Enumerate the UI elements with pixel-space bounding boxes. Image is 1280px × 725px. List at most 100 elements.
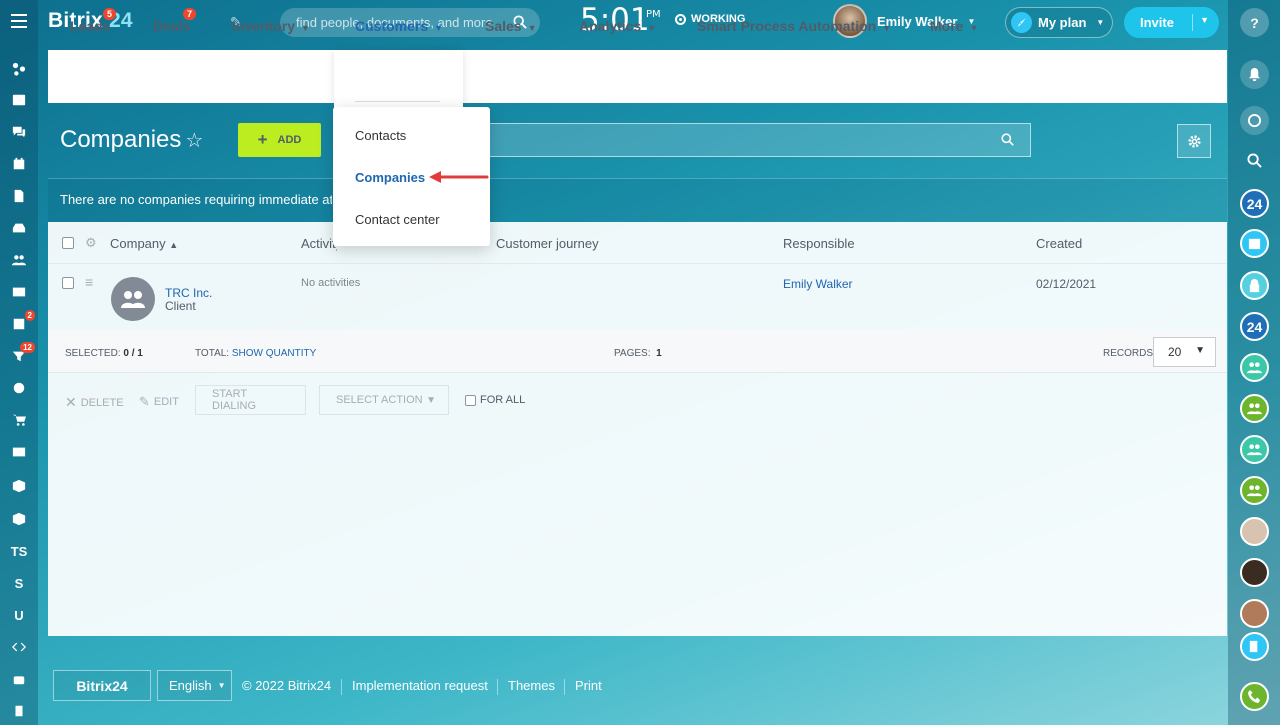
bell-icon[interactable] <box>1240 60 1269 89</box>
news-icon[interactable] <box>0 86 38 114</box>
group-chat-icon[interactable] <box>1240 476 1269 505</box>
crm-icon[interactable]: 12 <box>0 342 38 370</box>
drive-icon[interactable] <box>0 214 38 242</box>
company-name-link[interactable]: TRC Inc. <box>165 286 212 300</box>
bitrix24-support-icon[interactable]: 24 <box>1240 312 1269 341</box>
box-icon[interactable] <box>0 472 38 500</box>
select-action-dropdown[interactable]: SELECT ACTION ▼ <box>319 385 449 415</box>
lock-icon[interactable] <box>1240 271 1269 300</box>
open-lines-icon[interactable] <box>1240 632 1269 661</box>
company-type: Client <box>165 299 196 313</box>
record-icon <box>675 13 686 25</box>
documents-icon[interactable] <box>0 182 38 210</box>
tasks-icon[interactable]: 2 <box>0 310 38 338</box>
phone-icon[interactable] <box>1240 682 1269 711</box>
dropdown-item-contact-center[interactable]: Contact center <box>355 212 440 227</box>
responsible-link[interactable]: Emily Walker <box>783 277 853 291</box>
column-header-company[interactable]: Company ▲ <box>110 236 178 251</box>
group-chat-icon[interactable] <box>1240 394 1269 423</box>
selected-count: SELECTED: 0 / 1 <box>65 348 143 359</box>
column-header-activity[interactable]: Activity <box>301 236 337 251</box>
box-icon[interactable] <box>0 505 38 533</box>
column-header-responsible[interactable]: Responsible <box>783 236 855 251</box>
bitrix24-chat-icon[interactable]: 24 <box>1240 189 1269 218</box>
for-all-checkbox[interactable]: FOR ALL <box>465 394 525 406</box>
cart-icon[interactable] <box>0 406 38 434</box>
dropdown-item-contacts[interactable]: Contacts <box>355 128 406 143</box>
sidebar-item-ts[interactable]: TS <box>0 537 38 565</box>
attention-notice: There are no companies requiring immedia… <box>60 192 332 207</box>
calendar-user-icon[interactable] <box>1240 599 1269 628</box>
search-icon[interactable] <box>1001 133 1014 149</box>
menu-item-smart-process-automation[interactable]: Smart Process Automation ▼ <box>697 18 891 34</box>
menu-icon[interactable] <box>11 14 27 28</box>
start-dialing-button[interactable]: START DIALING <box>195 385 306 415</box>
menu-item-sales[interactable]: Sales ▼ <box>485 18 537 34</box>
my-plan-button[interactable]: My plan ▼ <box>1005 7 1113 38</box>
crm-top-menu <box>48 50 1227 103</box>
copyright: © 2022 Bitrix24 <box>242 678 332 693</box>
more-apps-icon[interactable] <box>0 697 38 725</box>
menu-item-customers[interactable]: Customers ▼ <box>355 18 443 34</box>
language-select[interactable]: English ▼ <box>157 670 232 701</box>
close-icon: ✕ <box>65 394 77 410</box>
help-icon[interactable]: ? <box>1240 8 1269 37</box>
company-avatar <box>111 277 155 321</box>
show-quantity-link[interactable]: SHOW QUANTITY <box>232 348 316 359</box>
drag-handle-icon[interactable]: ≡ <box>85 274 93 290</box>
search-icon[interactable] <box>1240 146 1269 175</box>
row-checkbox[interactable] <box>62 277 74 289</box>
pencil-icon: ✎ <box>139 394 150 409</box>
created-date: 02/12/2021 <box>1036 277 1097 291</box>
user-avatar[interactable] <box>1240 517 1269 546</box>
themes-link[interactable]: Themes <box>508 678 555 693</box>
menu-item-more[interactable]: More ▼ <box>930 18 978 34</box>
chevron-down-icon: ▼ <box>1195 345 1205 356</box>
group-chat-icon[interactable] <box>1240 435 1269 464</box>
sidebar-item-s[interactable]: S <box>0 569 38 597</box>
group-chat-icon[interactable] <box>1240 353 1269 382</box>
customers-dropdown: Contacts Companies Contact center <box>333 107 490 246</box>
menu-item-deals[interactable]: Deals 7 <box>153 8 197 34</box>
filter-search-input[interactable] <box>480 123 1031 157</box>
pages-count: PAGES: 1 <box>614 348 662 359</box>
print-link[interactable]: Print <box>575 678 602 693</box>
records-per-page-select[interactable]: 20 ▼ <box>1153 337 1216 367</box>
star-icon[interactable]: ☆ <box>185 130 203 152</box>
robot-icon[interactable] <box>0 665 38 693</box>
calendar-icon[interactable] <box>0 150 38 178</box>
menu-item-analytics[interactable]: Analytics ▼ <box>579 18 656 34</box>
chevron-down-icon[interactable]: ▼ <box>1200 15 1209 25</box>
mail-icon[interactable] <box>0 278 38 306</box>
delete-button[interactable]: ✕ DELETE <box>65 394 124 411</box>
column-header-created[interactable]: Created <box>1036 236 1082 251</box>
chevron-down-icon: ▼ <box>426 394 436 406</box>
grid-footer: SELECTED: 0 / 1 TOTAL: SHOW QUANTITY PAG… <box>48 330 1227 373</box>
add-button[interactable]: + ADD <box>238 123 321 157</box>
contact-card-icon[interactable] <box>0 438 38 466</box>
implementation-request-link[interactable]: Implementation request <box>352 678 488 693</box>
employees-icon[interactable] <box>0 246 38 274</box>
menu-item-inventory[interactable]: Inventory ▼ <box>232 18 310 34</box>
user-avatar[interactable] <box>1240 558 1269 587</box>
page-title: Companies ☆ <box>60 126 204 153</box>
target-icon[interactable] <box>0 374 38 402</box>
edit-button[interactable]: ✎ EDIT <box>139 394 179 410</box>
chat-icon[interactable] <box>0 118 38 146</box>
activity-value: No activities <box>301 277 361 289</box>
dropdown-item-companies[interactable]: Companies <box>355 170 425 185</box>
column-header-customer-journey[interactable]: Customer journey <box>496 236 599 251</box>
messenger-icon[interactable] <box>1240 106 1269 135</box>
developer-icon[interactable] <box>0 633 38 661</box>
gear-icon[interactable]: ⚙ <box>85 235 97 251</box>
calendar-icon[interactable] <box>1240 229 1269 258</box>
menu-item-leads[interactable]: Leads 5 <box>70 8 117 34</box>
select-all-checkbox[interactable] <box>62 237 74 249</box>
feed-icon[interactable] <box>0 55 38 83</box>
settings-button[interactable] <box>1177 124 1211 158</box>
bitrix24-footer-logo[interactable]: Bitrix24 <box>53 670 151 701</box>
chevron-down-icon: ▼ <box>217 681 226 690</box>
left-sidebar: 2 12 TS S U <box>0 0 38 725</box>
invite-button[interactable]: Invite ▼ <box>1124 7 1219 38</box>
sidebar-item-u[interactable]: U <box>0 601 38 629</box>
